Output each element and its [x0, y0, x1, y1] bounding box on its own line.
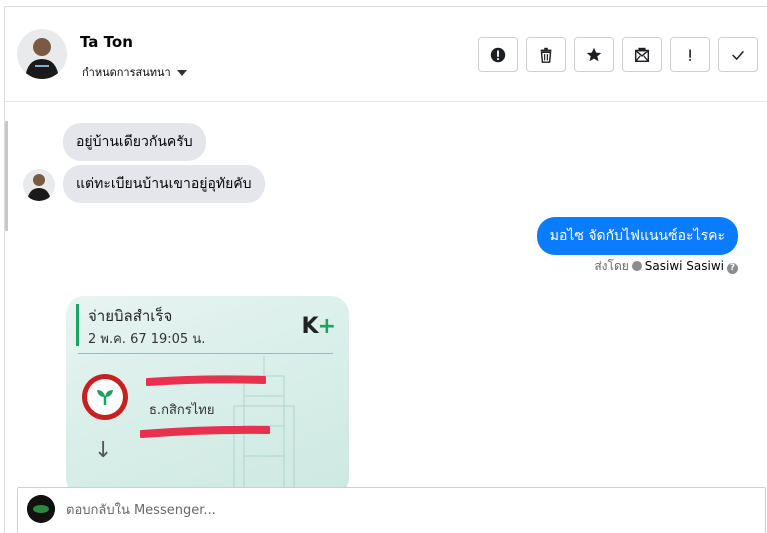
kbank-logo [82, 374, 128, 420]
caret-down-icon [176, 70, 187, 76]
conversation-header: Ta Ton กำหนดการสนทนา [5, 7, 767, 102]
arrow-down-icon: ↓ [94, 438, 113, 463]
avatar[interactable] [17, 29, 67, 79]
scrollbar[interactable] [5, 121, 8, 231]
kplus-logo-k: K [301, 314, 319, 339]
envelope-icon [634, 47, 650, 62]
delete-button[interactable] [526, 37, 566, 72]
alert-circle-icon [490, 47, 506, 62]
header-actions [478, 37, 758, 72]
sent-by-name: Sasiwi Sasiwi [644, 259, 724, 273]
conversation-options-label: กำหนดการสนทนา [82, 66, 171, 79]
kplus-logo: K+ [301, 314, 337, 339]
sent-by-info: ส่งโดย Sasiwi Sasiwi? [594, 257, 738, 276]
alert-button[interactable] [478, 37, 518, 72]
sender-avatar[interactable] [23, 169, 55, 201]
sent-by-label: ส่งโดย [594, 259, 629, 273]
trash-icon [540, 47, 552, 63]
bank-name: ธ.กสิกรไทย [149, 403, 215, 418]
receipt-title: จ่ายบิลสำเร็จ [88, 307, 173, 325]
verified-icon [631, 261, 642, 271]
exclamation-icon [689, 49, 691, 61]
reply-input[interactable] [66, 498, 746, 522]
payment-receipt-image[interactable]: จ่ายบิลสำเร็จ 2 พ.ค. 67 19:05 น. K+ ธ.กส… [66, 296, 349, 487]
kplus-logo-plus: + [317, 314, 336, 339]
contact-name[interactable]: Ta Ton [80, 33, 133, 51]
conversation-panel: Ta Ton กำหนดการสนทนา อยู่บ้านเดียวกันครั… [4, 6, 767, 533]
divider [78, 353, 333, 354]
receipt-date: 2 พ.ค. 67 19:05 น. [88, 332, 206, 347]
redaction-mark [140, 425, 270, 438]
leaf-icon [97, 390, 113, 405]
reply-composer [17, 487, 766, 533]
outgoing-message[interactable]: มอไซ จัดกับไฟแนนซ์อะไรคะ [536, 217, 738, 255]
mark-unread-button[interactable] [622, 37, 662, 72]
my-avatar [27, 495, 55, 523]
star-button[interactable] [574, 37, 614, 72]
star-icon [586, 47, 602, 61]
mark-done-button[interactable] [718, 37, 758, 72]
report-button[interactable] [670, 37, 710, 72]
message-list[interactable]: อยู่บ้านเดียวกันครับ แต่ทะเบียนบ้านเขาอย… [5, 103, 767, 487]
help-icon[interactable]: ? [727, 263, 738, 274]
title-accent-bar [76, 304, 79, 346]
incoming-message[interactable]: อยู่บ้านเดียวกันครับ [63, 123, 206, 161]
checkmark-icon [732, 50, 744, 60]
conversation-options[interactable]: กำหนดการสนทนา [82, 63, 187, 81]
redaction-mark [146, 375, 266, 386]
incoming-message[interactable]: แต่ทะเบียนบ้านเขาอยู่อุทัยคับ [63, 165, 265, 203]
